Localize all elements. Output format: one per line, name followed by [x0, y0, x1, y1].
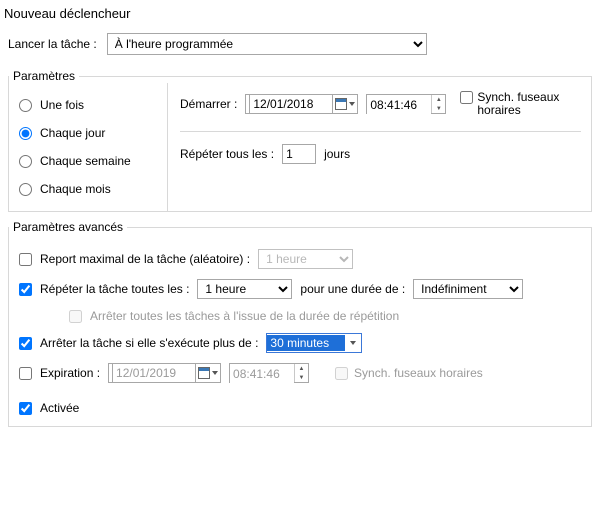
parameters-legend: Paramètres — [9, 69, 79, 83]
sync-timezone-label: Synch. fuseaux horaires — [477, 91, 567, 117]
parameters-group: Paramètres Une fois Chaque jour Chaque s… — [8, 69, 592, 212]
enabled-label[interactable]: Activée — [40, 401, 79, 415]
launch-label: Lancer la tâche : — [8, 37, 97, 51]
spin-down-icon: ▼ — [295, 373, 308, 382]
radio-once[interactable] — [19, 99, 32, 112]
enabled-checkbox[interactable] — [19, 402, 32, 415]
repeat-duration-select[interactable]: Indéfiniment — [413, 279, 523, 299]
stop-if-label[interactable]: Arrêter la tâche si elle s'exécute plus … — [40, 336, 258, 350]
radio-weekly-label[interactable]: Chaque semaine — [40, 154, 131, 168]
start-label: Démarrer : — [180, 97, 237, 111]
spin-up-icon: ▲ — [295, 364, 308, 373]
start-time-input[interactable] — [367, 95, 431, 115]
start-date-picker[interactable] — [245, 94, 358, 114]
stop-all-label: Arrêter toutes les tâches à l'issue de l… — [90, 309, 399, 323]
start-time-spinner[interactable]: ▲ ▼ — [366, 94, 446, 114]
stop-all-checkbox — [69, 310, 82, 323]
repeat-days-input[interactable] — [282, 144, 316, 164]
stop-if-checkbox[interactable] — [19, 337, 32, 350]
radio-weekly[interactable] — [19, 155, 32, 168]
advanced-legend: Paramètres avancés — [9, 220, 127, 234]
radio-monthly[interactable] — [19, 183, 32, 196]
delay-select: 1 heure — [258, 249, 353, 269]
expire-sync-label: Synch. fuseaux horaires — [354, 366, 483, 380]
expiration-checkbox[interactable] — [19, 367, 32, 380]
repeat-unit-label: jours — [324, 147, 350, 161]
delay-label[interactable]: Report maximal de la tâche (aléatoire) : — [40, 252, 250, 266]
repeat-every-label: Répéter tous les : — [180, 147, 274, 161]
radio-daily-label[interactable]: Chaque jour — [40, 126, 105, 140]
calendar-icon — [335, 98, 347, 110]
repeat-task-label[interactable]: Répéter la tâche toutes les : — [40, 282, 189, 296]
stop-if-duration-select[interactable]: 30 minutes — [266, 333, 362, 353]
spin-down-icon[interactable]: ▼ — [432, 104, 445, 113]
repeat-interval-select[interactable]: 1 heure — [197, 279, 292, 299]
radio-monthly-label[interactable]: Chaque mois — [40, 182, 111, 196]
expire-sync-checkbox — [335, 367, 348, 380]
expire-date-picker — [108, 363, 221, 383]
chevron-down-icon — [212, 371, 218, 375]
repeat-for-label: pour une durée de : — [300, 282, 405, 296]
calendar-icon — [198, 367, 210, 379]
radio-once-label[interactable]: Une fois — [40, 98, 84, 112]
expire-time-spinner: ▲ ▼ — [229, 363, 309, 383]
advanced-group: Paramètres avancés Report maximal de la … — [8, 220, 592, 427]
expire-time-input — [230, 364, 294, 384]
expiration-label[interactable]: Expiration : — [40, 366, 100, 380]
window-title: Nouveau déclencheur — [0, 0, 600, 31]
chevron-down-icon — [350, 341, 356, 345]
delay-checkbox[interactable] — [19, 253, 32, 266]
radio-daily[interactable] — [19, 127, 32, 140]
start-date-input[interactable] — [249, 94, 333, 114]
repeat-task-checkbox[interactable] — [19, 283, 32, 296]
launch-trigger-select[interactable]: À l'heure programmée — [107, 33, 427, 55]
expire-date-input — [112, 363, 196, 383]
spin-up-icon[interactable]: ▲ — [432, 95, 445, 104]
divider — [180, 131, 581, 132]
sync-timezone-checkbox[interactable] — [460, 91, 473, 104]
chevron-down-icon — [349, 102, 355, 106]
